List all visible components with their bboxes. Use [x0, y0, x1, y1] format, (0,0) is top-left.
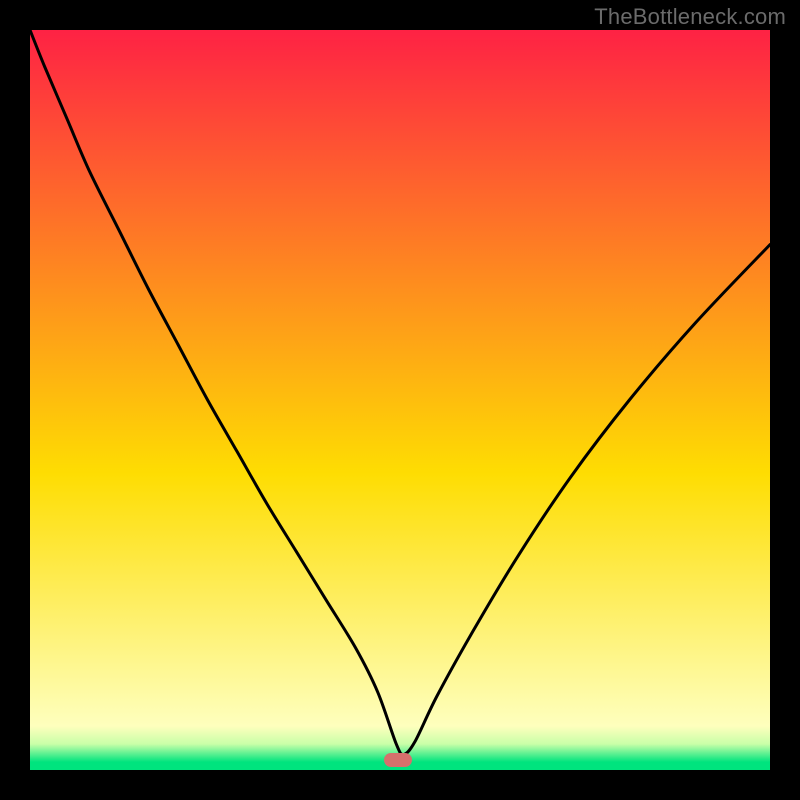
bottleneck-curve [30, 30, 770, 770]
plot-area [30, 30, 770, 770]
watermark-text: TheBottleneck.com [594, 4, 786, 30]
optimum-marker [384, 753, 412, 767]
chart-frame: TheBottleneck.com [0, 0, 800, 800]
